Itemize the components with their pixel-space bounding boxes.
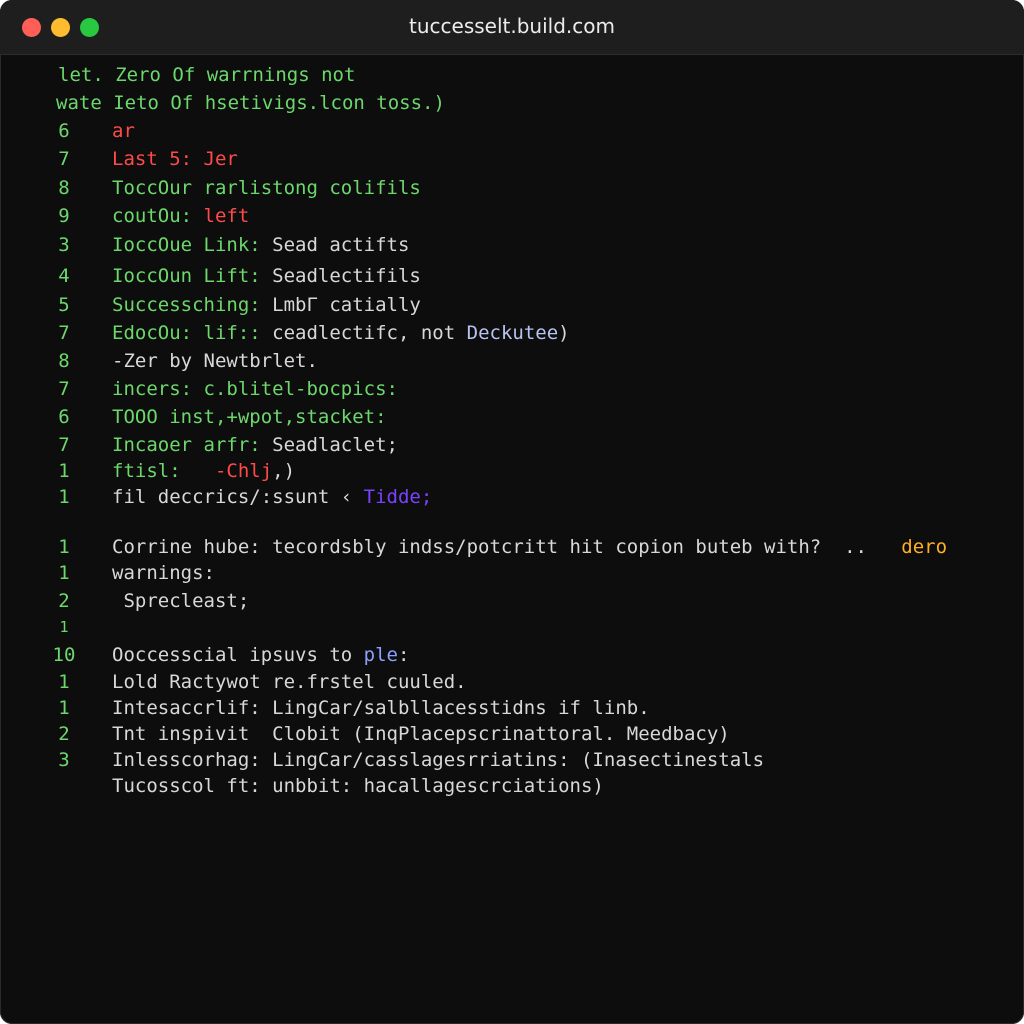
output-segment: Deckutee [466, 322, 559, 344]
output-segment: Sead actifts [272, 234, 410, 256]
output-line: Last 5: Jer [112, 148, 238, 170]
output-line: fil deccrics/:ssunt ‹ Tidde; [112, 484, 432, 510]
line-number: 9 [58, 205, 70, 227]
line-number: 8 [58, 177, 70, 199]
output-segment: Tidde; [363, 486, 433, 508]
output-segment: ple [363, 644, 398, 666]
output-segment: -Chlj [203, 460, 273, 482]
line-number: 2 [58, 590, 70, 612]
output-line: IoccOue Link: Sead actifts [112, 232, 409, 258]
output-line: Incaoer arfr: Seadlaclet; [112, 432, 398, 458]
output-segment: Corrine hube: tecordsbly indss/potcritt … [112, 536, 902, 558]
output-segment: EdocOu: lif:: [112, 322, 273, 344]
output-line: ftisl: -Chlj,) [112, 458, 295, 484]
output-line: Tnt inspivit Clobit (InqPlacepscrinattor… [112, 723, 730, 745]
line-number: 3 [58, 234, 70, 256]
line-number: 1 [58, 460, 70, 482]
output-segment: coutOu: [112, 205, 204, 227]
output-line: ToccOur rarlistong colifils [112, 177, 421, 199]
output-segment: Seadlectifils [272, 265, 421, 287]
output-segment: ,) [272, 460, 296, 482]
output-line: Corrine hube: tecordsbly indss/potcritt … [112, 534, 947, 560]
line-number: 1 [58, 562, 70, 584]
line-number: 7 [58, 148, 70, 170]
output-segment: ftisl: [112, 460, 204, 482]
line-number: 7 [58, 378, 70, 400]
line-number: 6 [58, 406, 70, 428]
output-segment: IoccOue Link: [112, 234, 273, 256]
output-segment: Successching: [112, 294, 273, 316]
output-line: Successching: LmbΓ catially [112, 292, 421, 318]
output-segment: fil deccrics/:ssunt ‹ [112, 486, 364, 508]
line-number: 6 [58, 120, 70, 142]
output-line: Lold Ractywot re.frstel cuuled. [112, 671, 467, 693]
line-number: 1 [58, 671, 70, 693]
output-line: let. Zero Of warrnings not [58, 64, 356, 86]
output-line: Intesaccrlif: LingCar/salbllacesstidns i… [112, 697, 650, 719]
output-segment: Seadlaclet; [272, 434, 398, 456]
line-number: 7 [58, 322, 70, 344]
title-bar: tuccesselt.build.com [0, 0, 1024, 55]
line-number: 3 [58, 749, 70, 771]
line-number: 2 [58, 723, 70, 745]
output-line: incers: c.blitel-bocpics: [112, 378, 398, 400]
output-line: Inlesscorhag: LingCar/casslagesrriatins:… [112, 749, 765, 771]
output-line: -Zer by Newtbrlet. [112, 350, 318, 372]
terminal-window: tuccesselt.build.com let. Zero Of warrni… [0, 0, 1024, 1024]
line-number: 7 [58, 434, 70, 456]
line-number: 1 [58, 486, 70, 508]
line-number: 10 [52, 644, 76, 666]
output-segment: LmbΓ catially [272, 294, 421, 316]
output-line: IoccOun Lift: Seadlectifils [112, 263, 421, 289]
output-segment: Incaoer arfr: [112, 434, 273, 456]
output-line: coutOu: left [112, 203, 249, 229]
output-segment: Ooccesscial ipsuvs to [112, 644, 364, 666]
line-number: 1 [58, 536, 70, 558]
output-segment: ceadlectifc, not [272, 322, 467, 344]
line-number: 1 [59, 618, 69, 636]
output-line: Sprecleast; [112, 590, 250, 612]
output-segment: IoccOun Lift: [112, 265, 273, 287]
output-line: Ooccesscial ipsuvs to ple: [112, 642, 409, 668]
output-line: Tucosscol ft: unbbit: hacallagescrciatio… [112, 775, 604, 797]
output-segment: dero [901, 536, 948, 558]
output-line: warnings: [112, 562, 215, 584]
line-number: 1 [58, 697, 70, 719]
output-line: wate Ieto Of hsetivigs.lcon toss.) [56, 92, 445, 114]
window-title: tuccesselt.build.com [409, 14, 615, 38]
output-line: EdocOu: lif:: ceadlectifc, not Deckutee) [112, 320, 570, 346]
output-line: TOOO inst,+wpot,stacket: [112, 406, 387, 428]
output-segment: : [398, 644, 410, 666]
output-segment: ) [558, 322, 570, 344]
line-number: 4 [58, 265, 70, 287]
terminal-output[interactable]: let. Zero Of warrnings not wate Ieto Of … [0, 54, 1024, 1024]
output-segment: left [203, 205, 250, 227]
output-line: ar [112, 120, 135, 142]
line-number: 5 [58, 294, 70, 316]
line-number: 8 [58, 350, 70, 372]
